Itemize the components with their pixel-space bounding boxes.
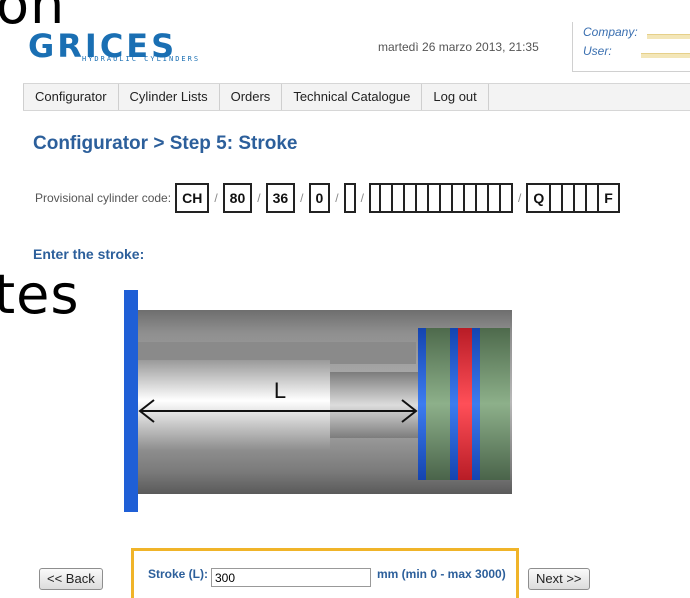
code-part-extra — [563, 183, 576, 213]
nav-technical-catalogue[interactable]: Technical Catalogue — [282, 84, 423, 110]
next-button[interactable]: Next >> — [528, 568, 590, 590]
code-part-empty — [343, 183, 356, 213]
code-part-extra — [587, 183, 600, 213]
code-part-f: F — [599, 183, 620, 213]
code-part-bore: 80 — [222, 183, 253, 213]
cylinder-stroke-diagram: L — [124, 290, 512, 512]
code-part-stroke-digit — [368, 183, 381, 213]
logo-tagline: HYDRAULIC CYLINDERS — [82, 55, 201, 63]
code-part-stroke-digit — [488, 183, 501, 213]
nav-configurator[interactable]: Configurator — [23, 84, 119, 110]
user-label: User: — [583, 44, 612, 58]
stroke-instruction: Enter the stroke: — [33, 246, 145, 262]
stroke-range-hint: mm (min 0 - max 3000) — [377, 567, 506, 581]
header-date: martedì 26 marzo 2013, 21:35 — [378, 40, 539, 54]
nav-log-out[interactable]: Log out — [422, 84, 489, 110]
code-part-stroke-digit — [428, 183, 441, 213]
cylinder-rod — [136, 360, 330, 450]
cylinder-rod-step — [330, 372, 420, 438]
overlay-text-middle: tes — [0, 263, 80, 326]
code-part-stroke-digit — [464, 183, 477, 213]
logo: GRICES HYDRAULIC CYLINDERS — [28, 30, 268, 66]
nav-cylinder-lists[interactable]: Cylinder Lists — [119, 84, 220, 110]
piston-green-seal-2 — [480, 328, 510, 480]
stroke-label: Stroke (L): — [148, 567, 208, 581]
dimension-label: L — [274, 378, 286, 403]
cylinder-code-label: Provisional cylinder code: — [35, 191, 172, 205]
stroke-form-row: << Back Stroke (L): mm (min 0 - max 3000… — [0, 548, 690, 598]
code-part-rod: 36 — [265, 183, 296, 213]
code-part-stroke-digit — [404, 183, 417, 213]
back-button[interactable]: << Back — [39, 568, 103, 590]
user-info-box: Company: User: — [572, 22, 690, 72]
code-part-stroke-digit — [440, 183, 453, 213]
code-part-q: Q — [526, 183, 552, 213]
company-label: Company: — [583, 25, 638, 39]
company-value-redacted — [647, 34, 690, 39]
code-part-stroke-digit — [500, 183, 513, 213]
code-part-extra — [551, 183, 564, 213]
nav-orders[interactable]: Orders — [220, 84, 283, 110]
code-part-series: CH — [175, 183, 210, 213]
main-nav: Configurator Cylinder Lists Orders Techn… — [23, 83, 690, 111]
code-part-stroke-digit — [392, 183, 405, 213]
code-part-stroke-digit — [452, 183, 465, 213]
code-part-stroke-digit — [476, 183, 489, 213]
cylinder-end-plate — [124, 290, 138, 512]
piston-blue-seal — [450, 328, 458, 480]
code-part-stroke-digit — [380, 183, 393, 213]
code-part-extra — [575, 183, 588, 213]
piston-blue-seal-2 — [472, 328, 480, 480]
code-part-stroke-digit — [416, 183, 429, 213]
cylinder-code-row: Provisional cylinder code: CH / 80 / 36 … — [35, 181, 620, 215]
code-part-option: 0 — [308, 183, 331, 213]
page-title: Configurator > Step 5: Stroke — [33, 133, 298, 154]
stroke-panel: Stroke (L): mm (min 0 - max 3000) — [131, 548, 519, 598]
user-value-redacted — [641, 53, 690, 58]
piston-red-seal — [458, 328, 472, 480]
stroke-input[interactable] — [211, 568, 371, 587]
piston-green-left — [418, 328, 426, 480]
piston-green-seal — [426, 328, 450, 480]
